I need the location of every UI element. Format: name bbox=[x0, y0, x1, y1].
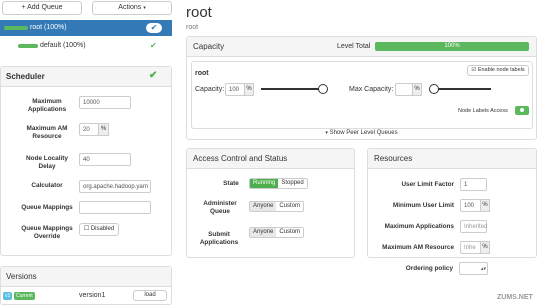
versions-panel-header: Versions bbox=[1, 267, 171, 287]
caret-down-icon: ▾ bbox=[143, 5, 146, 11]
check-icon: ✔ bbox=[150, 41, 157, 50]
capacity-bar-icon bbox=[18, 44, 38, 48]
queue-label: root (100%) bbox=[30, 24, 67, 31]
percent-addon: % bbox=[480, 241, 490, 254]
queue-name: root bbox=[195, 70, 209, 77]
enable-node-labels-button[interactable]: ☑ Enable node labels bbox=[467, 65, 529, 76]
user-limit-factor-label: User Limit Factor bbox=[401, 181, 454, 188]
submit-applications-label: Submit Applications bbox=[199, 231, 239, 246]
queue-mappings-override-label: Queue Mappings Override bbox=[21, 225, 73, 240]
capacity-bar-icon bbox=[4, 26, 28, 30]
scheduler-panel-header: Scheduler ✔ bbox=[1, 67, 171, 87]
version-badge: v1 bbox=[3, 292, 13, 300]
actions-dropdown-button[interactable]: Actions ▾ bbox=[92, 1, 172, 15]
node-labels-access-toggle[interactable] bbox=[515, 106, 529, 115]
actions-label: Actions bbox=[118, 4, 142, 11]
percent-addon: % bbox=[480, 199, 490, 212]
check-icon: ✔ bbox=[146, 23, 162, 33]
scheduler-title: Scheduler bbox=[6, 72, 45, 81]
node-locality-input[interactable]: 40 bbox=[79, 153, 131, 166]
node-labels-access-label: Node Labels Access bbox=[458, 108, 508, 114]
capacity-input[interactable]: 100 bbox=[225, 83, 245, 96]
ordering-policy-label: Ordering policy bbox=[405, 265, 453, 272]
state-stopped-option[interactable]: Stopped bbox=[278, 179, 307, 188]
queue-label: default (100%) bbox=[40, 42, 86, 49]
administer-anyone-option[interactable]: Anyone bbox=[250, 202, 277, 211]
load-version-button[interactable]: load bbox=[133, 290, 167, 301]
capacity-title: Capacity bbox=[193, 42, 225, 51]
calculator-label: Calculator bbox=[31, 182, 63, 189]
user-limit-factor-input[interactable]: 1 bbox=[460, 178, 487, 191]
toggle-dot-icon bbox=[520, 108, 524, 112]
state-toggle[interactable]: Running Stopped bbox=[249, 178, 308, 189]
percent-addon: % bbox=[412, 83, 422, 96]
level-total-bar: 100% bbox=[375, 42, 529, 51]
queue-mappings-input[interactable] bbox=[79, 201, 151, 214]
calculator-input[interactable]: org.apache.hadoop.yarn bbox=[79, 180, 151, 193]
capacity-panel: Capacity Level Total 100% root ☑ Enable … bbox=[186, 36, 537, 140]
resources-max-am-label: Maximum AM Resource bbox=[382, 244, 454, 251]
queue-item-default[interactable]: default (100%) ✔ bbox=[0, 38, 172, 54]
checkbox-checked-icon: ☑ bbox=[471, 67, 477, 73]
ordering-policy-select[interactable]: ▴▾ bbox=[459, 262, 488, 275]
submit-custom-option[interactable]: Custom bbox=[276, 228, 304, 237]
node-locality-label: Node Locality Delay bbox=[26, 155, 68, 170]
access-control-panel-header: Access Control and Status bbox=[187, 149, 354, 169]
max-am-resource-input[interactable]: 20 bbox=[79, 123, 99, 136]
access-control-title: Access Control and Status bbox=[193, 154, 288, 163]
max-am-resource-label: Maximum AM Resource bbox=[26, 125, 68, 140]
level-total-fill: 100% bbox=[375, 42, 529, 51]
show-peer-queues-link[interactable]: ▾ Show Peer Level Queues bbox=[187, 130, 536, 136]
submit-applications-toggle[interactable]: Anyone Custom bbox=[249, 227, 305, 238]
capacity-label: Capacity: bbox=[195, 86, 225, 93]
state-label: State bbox=[223, 180, 239, 187]
select-caret-icon: ▴▾ bbox=[480, 266, 486, 272]
max-capacity-slider-track[interactable] bbox=[431, 88, 491, 90]
administer-custom-option[interactable]: Custom bbox=[276, 202, 304, 211]
level-total-label: Level Total bbox=[337, 43, 371, 50]
resources-panel: Resources User Limit Factor 1 Minimum Us… bbox=[367, 148, 537, 258]
enable-node-labels-label: Enable node labels bbox=[477, 67, 525, 73]
resources-max-applications-label: Maximum Applications bbox=[384, 223, 454, 230]
state-running-option[interactable]: Running bbox=[250, 179, 279, 188]
access-control-panel: Access Control and Status State Running … bbox=[186, 148, 355, 258]
breadcrumb: root bbox=[186, 24, 199, 31]
percent-addon: % bbox=[98, 123, 109, 136]
queue-mappings-label: Queue Mappings bbox=[21, 204, 73, 211]
level-total-value: 100% bbox=[444, 43, 460, 49]
show-peer-queues-label: Show Peer Level Queues bbox=[329, 130, 398, 136]
percent-addon: % bbox=[244, 83, 254, 96]
resources-max-applications-input[interactable]: Inherited bbox=[460, 220, 487, 233]
override-toggle-button[interactable]: ☐ Disabled bbox=[79, 223, 119, 236]
version-name: version1 bbox=[79, 292, 106, 299]
queue-item-root[interactable]: root (100%) ✔ bbox=[0, 20, 172, 36]
max-applications-input[interactable]: 10000 bbox=[79, 96, 131, 109]
capacity-panel-header: Capacity Level Total 100% bbox=[187, 37, 536, 57]
max-applications-label: Maximum Applications bbox=[27, 98, 67, 113]
administer-queue-toggle[interactable]: Anyone Custom bbox=[249, 201, 305, 212]
administer-queue-label: Administer Queue bbox=[203, 200, 237, 215]
scheduler-panel: Scheduler ✔ Maximum Applications 10000 M… bbox=[0, 66, 172, 256]
override-toggle-label: Disabled bbox=[90, 226, 115, 232]
capacity-slider-track[interactable] bbox=[261, 88, 323, 90]
versions-panel: Versions v1 Current version1 load bbox=[0, 266, 172, 305]
submit-anyone-option[interactable]: Anyone bbox=[250, 228, 277, 237]
check-icon: ✔ bbox=[149, 70, 158, 81]
max-capacity-label: Max Capacity: bbox=[349, 86, 394, 93]
max-capacity-input[interactable] bbox=[395, 83, 413, 96]
min-user-limit-label: Minimum User Limit bbox=[392, 202, 454, 209]
resources-title: Resources bbox=[374, 154, 413, 163]
watermark: ZUMS.NET bbox=[497, 294, 533, 301]
versions-title: Versions bbox=[6, 272, 37, 281]
checkbox-icon: ☐ bbox=[83, 226, 90, 232]
page-title: root bbox=[186, 4, 212, 21]
add-queue-button[interactable]: + Add Queue bbox=[2, 1, 82, 15]
resources-max-am-input[interactable]: Inhe bbox=[460, 241, 481, 254]
max-capacity-slider-knob[interactable] bbox=[429, 84, 439, 94]
resources-panel-header: Resources bbox=[368, 149, 536, 169]
current-badge: Current bbox=[14, 292, 35, 300]
capacity-slider-knob[interactable] bbox=[318, 84, 328, 94]
chevron-down-icon: ▾ bbox=[325, 130, 328, 136]
min-user-limit-input[interactable]: 100 bbox=[460, 199, 481, 212]
